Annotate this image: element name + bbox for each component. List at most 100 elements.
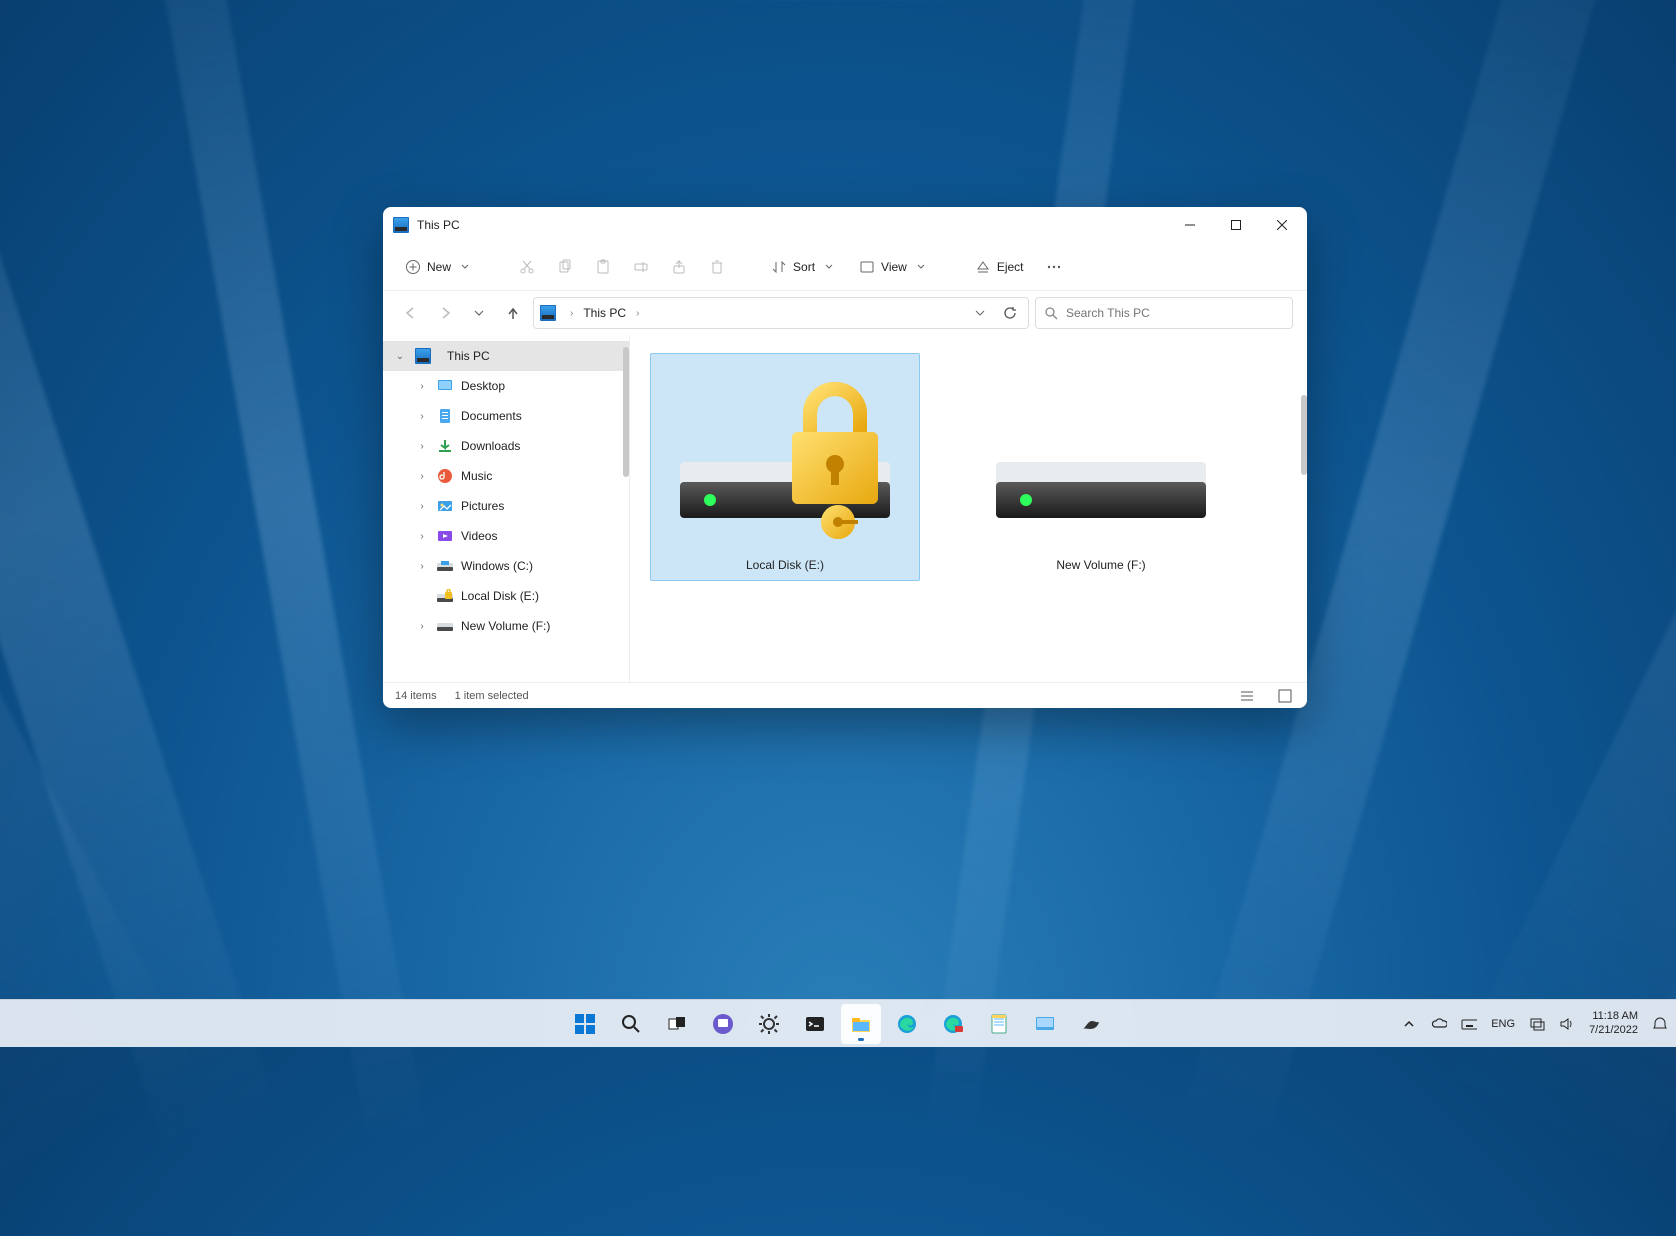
tree-this-pc[interactable]: ⌄ This PC [383, 341, 629, 371]
notifications-icon[interactable] [1652, 1016, 1668, 1032]
chevron-right-icon[interactable]: › [415, 531, 429, 542]
copy-icon [557, 259, 573, 275]
keyboard-icon[interactable] [1461, 1016, 1477, 1032]
drive-icon [986, 362, 1216, 552]
more-button[interactable] [1038, 251, 1070, 283]
recent-dropdown[interactable] [465, 299, 493, 327]
tray-time: 11:18 AM [1589, 1010, 1638, 1023]
tree-label: New Volume (F:) [461, 619, 550, 633]
taskbar-app-generic[interactable] [1025, 1004, 1065, 1044]
chevron-down-icon [821, 259, 837, 275]
volume-icon[interactable] [1559, 1016, 1575, 1032]
videos-icon [437, 528, 453, 544]
share-button[interactable] [663, 251, 695, 283]
drive-item-new-volume-f[interactable]: New Volume (F:) [966, 353, 1236, 581]
back-button[interactable] [397, 299, 425, 327]
close-button[interactable] [1259, 207, 1305, 243]
tree-videos[interactable]: › Videos [383, 521, 629, 551]
taskbar-center [565, 1004, 1111, 1044]
paste-button[interactable] [587, 251, 619, 283]
task-view-button[interactable] [657, 1004, 697, 1044]
taskbar[interactable]: ENG 11:18 AM 7/21/2022 [0, 999, 1676, 1047]
tree-new-volume-f[interactable]: › New Volume (F:) [383, 611, 629, 641]
rename-button[interactable] [625, 251, 657, 283]
maximize-button[interactable] [1213, 207, 1259, 243]
tree-scrollbar[interactable] [623, 347, 629, 477]
system-tray: ENG 11:18 AM 7/21/2022 [1401, 1010, 1668, 1036]
tray-language[interactable]: ENG [1491, 1018, 1515, 1030]
rename-icon [633, 259, 649, 275]
drive-label: New Volume (F:) [1056, 558, 1145, 572]
onedrive-icon[interactable] [1431, 1016, 1447, 1032]
chevron-right-icon[interactable]: › [415, 501, 429, 512]
chevron-down-icon[interactable]: ⌄ [393, 351, 407, 362]
content-pane[interactable]: Local Disk (E:) New Volume (F:) [630, 335, 1307, 682]
eject-button[interactable]: Eject [967, 251, 1032, 283]
search-button[interactable] [611, 1004, 651, 1044]
documents-icon [437, 408, 453, 424]
address-dropdown[interactable] [968, 301, 992, 325]
delete-button[interactable] [701, 251, 733, 283]
chevron-right-icon[interactable]: › [415, 441, 429, 452]
taskbar-app-generic-2[interactable] [1071, 1004, 1111, 1044]
tree-windows-c[interactable]: › Windows (C:) [383, 551, 629, 581]
taskbar-app-settings[interactable] [749, 1004, 789, 1044]
drive-item-local-disk-e[interactable]: Local Disk (E:) [650, 353, 920, 581]
tree-music[interactable]: › Music [383, 461, 629, 491]
details-view-button[interactable] [1237, 686, 1257, 706]
desktop-icon [437, 378, 453, 394]
chevron-right-icon[interactable]: › [415, 621, 429, 632]
toolbar: New Sort View Eject [383, 243, 1307, 291]
cut-icon [519, 259, 535, 275]
ellipsis-icon [1046, 259, 1062, 275]
new-button[interactable]: New [397, 251, 481, 283]
tray-overflow-button[interactable] [1401, 1016, 1417, 1032]
chevron-right-icon[interactable]: › [415, 471, 429, 482]
chevron-right-icon[interactable]: › [415, 411, 429, 422]
downloads-icon [437, 438, 453, 454]
copy-button[interactable] [549, 251, 581, 283]
view-button[interactable]: View [851, 251, 937, 283]
plus-circle-icon [405, 259, 421, 275]
taskbar-app-notepad[interactable] [979, 1004, 1019, 1044]
cut-button[interactable] [511, 251, 543, 283]
search-input[interactable] [1066, 306, 1284, 320]
minimize-button[interactable] [1167, 207, 1213, 243]
tree-pictures[interactable]: › Pictures [383, 491, 629, 521]
chevron-down-icon [913, 259, 929, 275]
taskbar-app-edge[interactable] [887, 1004, 927, 1044]
sort-button[interactable]: Sort [763, 251, 845, 283]
tree-label: Downloads [461, 439, 520, 453]
search-icon [1044, 306, 1058, 320]
forward-button[interactable] [431, 299, 459, 327]
this-pc-icon [415, 348, 431, 364]
address-bar[interactable]: › This PC › [533, 297, 1029, 329]
network-icon[interactable] [1529, 1016, 1545, 1032]
search-box[interactable] [1035, 297, 1293, 329]
paste-icon [595, 259, 611, 275]
tree-local-disk-e[interactable]: › Local Disk (E:) [383, 581, 629, 611]
start-button[interactable] [565, 1004, 605, 1044]
tree-desktop[interactable]: › Desktop [383, 371, 629, 401]
thumbnails-view-button[interactable] [1275, 686, 1295, 706]
tray-clock[interactable]: 11:18 AM 7/21/2022 [1589, 1010, 1638, 1036]
tree-label: Documents [461, 409, 522, 423]
refresh-button[interactable] [998, 301, 1022, 325]
up-button[interactable] [499, 299, 527, 327]
chevron-right-icon[interactable]: › [415, 381, 429, 392]
tree-label: Pictures [461, 499, 504, 513]
breadcrumb-this-pc[interactable]: This PC [579, 298, 630, 328]
trash-icon [709, 259, 725, 275]
drive-icon [437, 618, 453, 634]
view-label: View [881, 260, 907, 274]
chevron-right-icon[interactable]: › [415, 561, 429, 572]
taskbar-app-file-explorer[interactable] [841, 1004, 881, 1044]
sort-label: Sort [793, 260, 815, 274]
tree-documents[interactable]: › Documents [383, 401, 629, 431]
taskbar-app-terminal[interactable] [795, 1004, 835, 1044]
tree-downloads[interactable]: › Downloads [383, 431, 629, 461]
taskbar-app-chat[interactable] [703, 1004, 743, 1044]
taskbar-app-edge-canary[interactable] [933, 1004, 973, 1044]
titlebar[interactable]: This PC [383, 207, 1307, 243]
content-scrollbar[interactable] [1301, 395, 1307, 475]
